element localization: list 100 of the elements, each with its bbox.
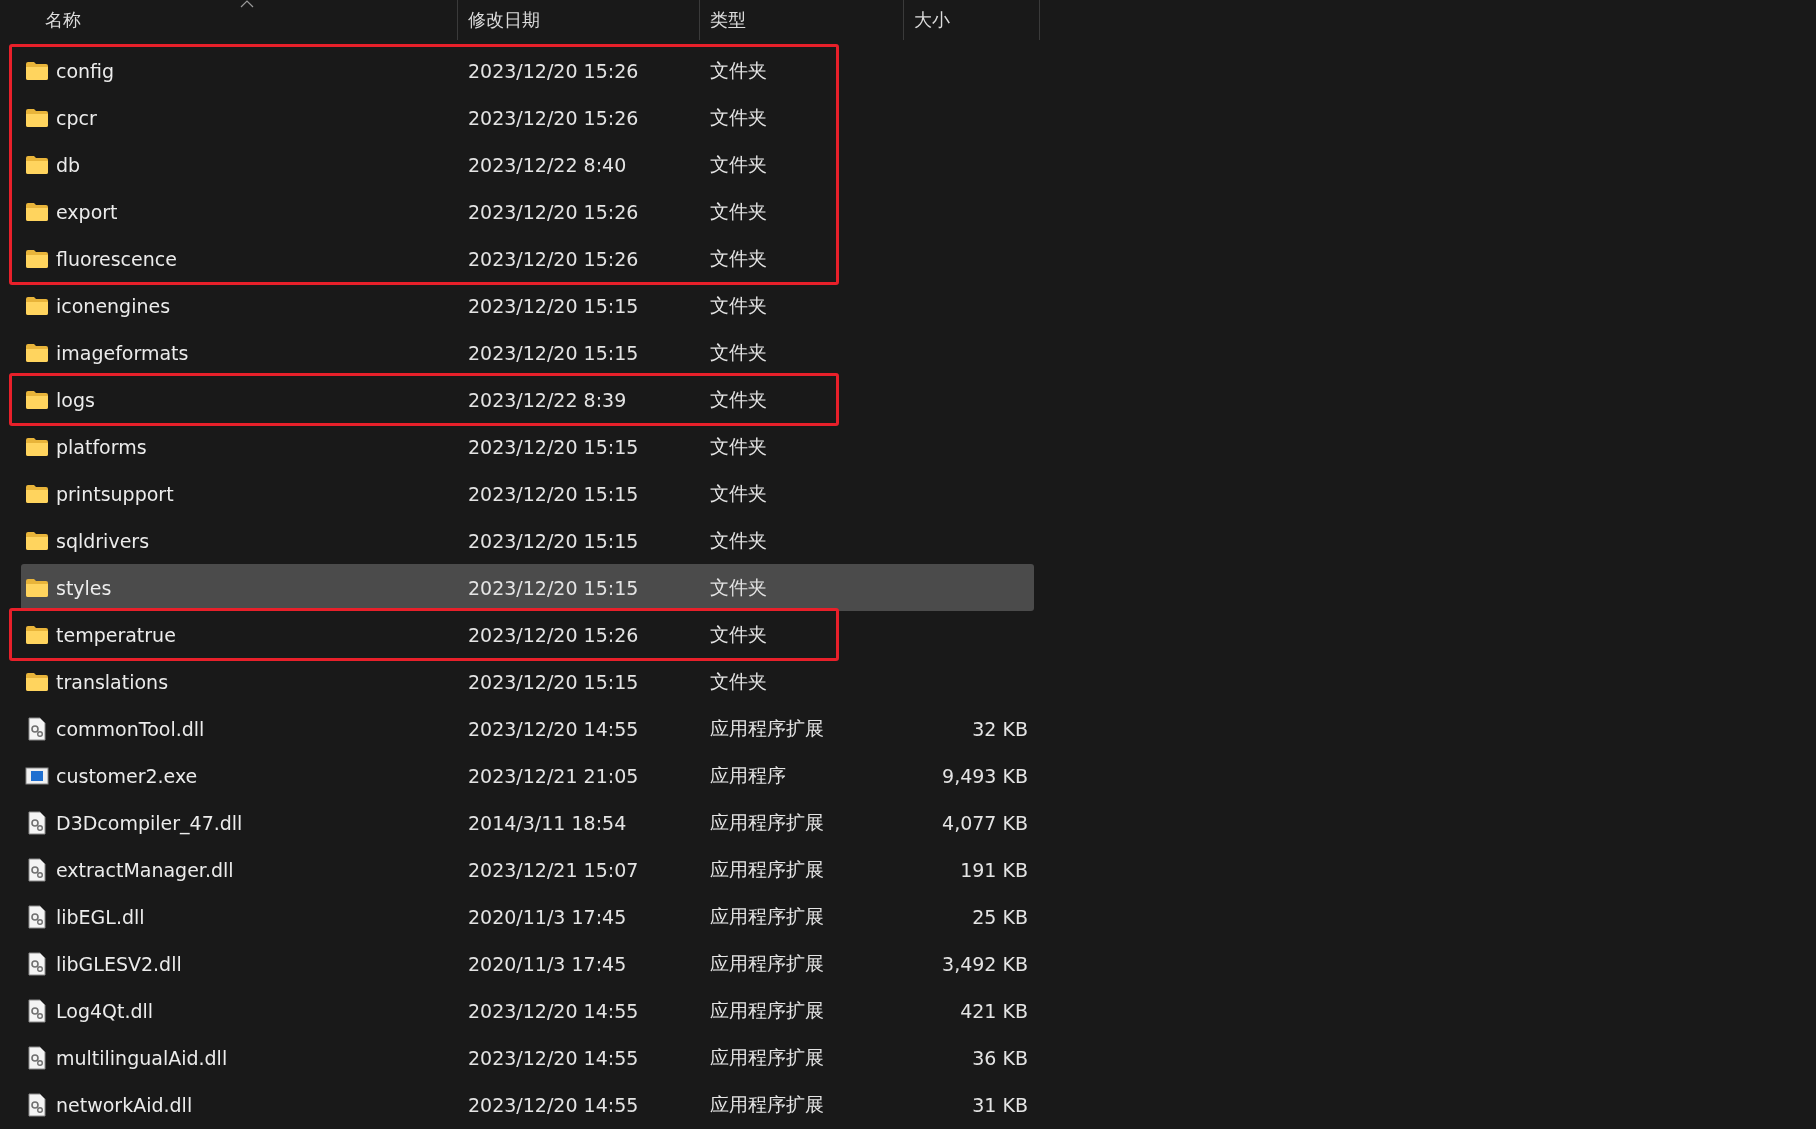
- file-size: 36 KB: [971, 1046, 1029, 1069]
- modified-date: 2020/11/3 17:45: [467, 952, 628, 975]
- file-gear-icon: [25, 716, 49, 741]
- modified-date: 2023/12/20 15:15: [467, 529, 640, 552]
- file-type: 文件夹: [709, 151, 768, 177]
- file-name: temperatrue: [56, 623, 176, 646]
- file-type: 文件夹: [709, 198, 768, 224]
- folder-icon: [25, 342, 49, 363]
- file-row[interactable]: libGLESV2.dll 2020/11/3 17:45 应用程序扩展 3,492 KB: [21, 940, 1034, 987]
- file-size: 25 KB: [971, 905, 1029, 928]
- file-size: 191 KB: [959, 858, 1029, 881]
- file-type: 文件夹: [709, 574, 768, 600]
- column-header[interactable]: 修改日期: [458, 0, 700, 40]
- folder-icon: [25, 248, 49, 269]
- file-row[interactable]: config 2023/12/20 15:26 文件夹: [21, 47, 836, 94]
- file-type: 应用程序扩展: [709, 997, 825, 1023]
- file-type: 文件夹: [709, 245, 768, 271]
- folder-icon: [25, 60, 49, 81]
- file-name: export: [56, 200, 118, 223]
- file-type: 文件夹: [709, 668, 768, 694]
- file-name: networkAid.dll: [56, 1093, 193, 1116]
- file-type: 应用程序: [709, 762, 787, 788]
- column-header[interactable]: 类型: [700, 0, 904, 40]
- file-name: libEGL.dll: [56, 905, 145, 928]
- file-name: multilingualAid.dll: [56, 1046, 228, 1069]
- file-row[interactable]: temperatrue 2023/12/20 15:26 文件夹: [21, 611, 836, 658]
- file-size: 31 KB: [971, 1093, 1029, 1116]
- file-name: extractManager.dll: [56, 858, 234, 881]
- file-row[interactable]: commonTool.dll 2023/12/20 14:55 应用程序扩展 32 KB: [21, 705, 1034, 752]
- modified-date: 2023/12/20 15:15: [467, 482, 640, 505]
- file-row[interactable]: Log4Qt.dll 2023/12/20 14:55 应用程序扩展 421 KB: [21, 987, 1034, 1034]
- file-size: 421 KB: [959, 999, 1029, 1022]
- folder-icon: [25, 201, 49, 222]
- file-row[interactable]: imageformats 2023/12/20 15:15 文件夹: [21, 329, 1034, 376]
- file-row[interactable]: sqldrivers 2023/12/20 15:15 文件夹: [21, 517, 1034, 564]
- file-gear-icon: [25, 1092, 49, 1117]
- file-name: db: [56, 153, 81, 176]
- file-size: 9,493 KB: [941, 764, 1029, 787]
- file-name: cpcr: [56, 106, 97, 129]
- modified-date: 2023/12/21 21:05: [467, 764, 640, 787]
- file-row[interactable]: printsupport 2023/12/20 15:15 文件夹: [21, 470, 1034, 517]
- file-size: 4,077 KB: [941, 811, 1029, 834]
- modified-date: 2023/12/20 15:15: [467, 341, 640, 364]
- file-type: 文件夹: [709, 57, 768, 83]
- file-gear-icon: [25, 998, 49, 1023]
- file-row[interactable]: translations 2023/12/20 15:15 文件夹: [21, 658, 1034, 705]
- file-name: libGLESV2.dll: [56, 952, 182, 975]
- file-type: 应用程序扩展: [709, 950, 825, 976]
- file-gear-icon: [25, 857, 49, 882]
- file-row[interactable]: D3Dcompiler_47.dll 2014/3/11 18:54 应用程序扩展 4,077 KB: [21, 799, 1034, 846]
- file-name: imageformats: [56, 341, 189, 364]
- file-name: iconengines: [56, 294, 171, 317]
- column-header[interactable]: 名称: [0, 0, 458, 40]
- file-type: 文件夹: [709, 386, 768, 412]
- modified-date: 2020/11/3 17:45: [467, 905, 628, 928]
- file-row[interactable]: networkAid.dll 2023/12/20 14:55 应用程序扩展 31 KB: [21, 1081, 1034, 1128]
- file-type: 文件夹: [709, 104, 768, 130]
- file-gear-icon: [25, 1045, 49, 1070]
- modified-date: 2023/12/20 15:15: [467, 294, 640, 317]
- modified-date: 2023/12/20 15:15: [467, 576, 640, 599]
- file-row[interactable]: customer2.exe 2023/12/21 21:05 应用程序 9,493 KB: [21, 752, 1034, 799]
- file-name: printsupport: [56, 482, 174, 505]
- modified-date: 2023/12/20 15:26: [467, 247, 640, 270]
- file-row[interactable]: db 2023/12/22 8:40 文件夹: [21, 141, 836, 188]
- file-name: commonTool.dll: [56, 717, 205, 740]
- folder-icon: [25, 154, 49, 175]
- file-size: 32 KB: [971, 717, 1029, 740]
- file-row[interactable]: logs 2023/12/22 8:39 文件夹: [21, 376, 836, 423]
- file-row[interactable]: styles 2023/12/20 15:15 文件夹: [21, 564, 1034, 611]
- modified-date: 2023/12/20 15:15: [467, 435, 640, 458]
- file-name: logs: [56, 388, 95, 411]
- file-type: 应用程序扩展: [709, 903, 825, 929]
- file-gear-icon: [25, 951, 49, 976]
- modified-date: 2023/12/22 8:40: [467, 153, 628, 176]
- folder-icon: [25, 577, 49, 598]
- file-type: 应用程序扩展: [709, 715, 825, 741]
- file-name: sqldrivers: [56, 529, 150, 552]
- folder-icon: [25, 389, 49, 410]
- file-type: 应用程序扩展: [709, 856, 825, 882]
- file-row[interactable]: cpcr 2023/12/20 15:26 文件夹: [21, 94, 836, 141]
- file-size: 3,492 KB: [941, 952, 1029, 975]
- file-row[interactable]: multilingualAid.dll 2023/12/20 14:55 应用程序扩展 36 KB: [21, 1034, 1034, 1081]
- modified-date: 2023/12/20 14:55: [467, 1046, 640, 1069]
- file-row[interactable]: iconengines 2023/12/20 15:15 文件夹: [21, 282, 1034, 329]
- file-type: 应用程序扩展: [709, 1044, 825, 1070]
- column-header[interactable]: 大小: [904, 0, 1040, 40]
- file-type: 文件夹: [709, 480, 768, 506]
- modified-date: 2023/12/20 14:55: [467, 717, 640, 740]
- modified-date: 2023/12/21 15:07: [467, 858, 640, 881]
- file-row[interactable]: platforms 2023/12/20 15:15 文件夹: [21, 423, 1034, 470]
- modified-date: 2023/12/20 15:15: [467, 670, 640, 693]
- modified-date: 2023/12/20 14:55: [467, 999, 640, 1022]
- file-name: fluorescence: [56, 247, 177, 270]
- folder-icon: [25, 624, 49, 645]
- file-row[interactable]: export 2023/12/20 15:26 文件夹: [21, 188, 836, 235]
- file-name: Log4Qt.dll: [56, 999, 154, 1022]
- file-row[interactable]: extractManager.dll 2023/12/21 15:07 应用程序扩展 191 KB: [21, 846, 1034, 893]
- file-row[interactable]: libEGL.dll 2020/11/3 17:45 应用程序扩展 25 KB: [21, 893, 1034, 940]
- file-gear-icon: [25, 810, 49, 835]
- file-row[interactable]: fluorescence 2023/12/20 15:26 文件夹: [21, 235, 836, 282]
